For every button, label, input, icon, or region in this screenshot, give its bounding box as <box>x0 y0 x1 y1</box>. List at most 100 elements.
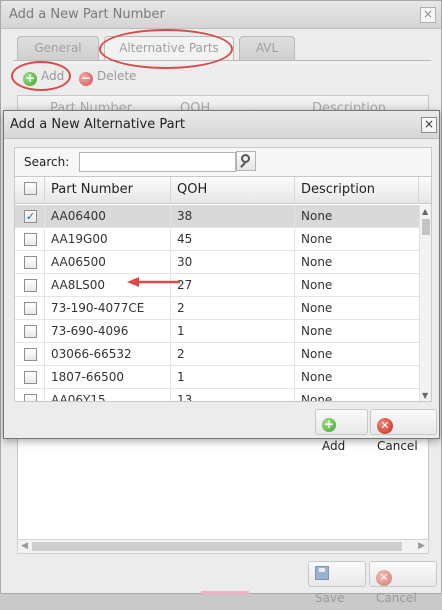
cell-qoh: 38 <box>171 205 295 227</box>
parts-grid: Part Number QOH Description ✓ AA06400 38 No… <box>14 176 432 402</box>
scroll-up-icon[interactable]: ▲ <box>422 207 428 216</box>
cell-qoh: 13 <box>171 389 295 401</box>
col-qoh[interactable]: QOH <box>171 177 295 204</box>
checkbox[interactable] <box>24 325 37 338</box>
cell-part-number: AA06Y15 <box>45 389 171 401</box>
outer-close-icon[interactable]: × <box>420 7 436 23</box>
row-checkbox-cell[interactable] <box>15 274 45 296</box>
row-checkbox-cell[interactable] <box>15 366 45 388</box>
table-row[interactable]: AA06Y15 13 None <box>15 389 419 401</box>
cell-part-number: 73-690-4096 <box>45 320 171 342</box>
modal-titlebar: Add a New Alternative Part × <box>4 111 439 139</box>
save-icon <box>315 566 329 580</box>
cell-qoh: 45 <box>171 228 295 250</box>
outer-delete-label: Delete <box>97 69 137 83</box>
cell-qoh: 2 <box>171 297 295 319</box>
row-checkbox-cell[interactable]: ✓ <box>15 205 45 227</box>
tab-panel-edge <box>13 60 431 64</box>
cell-description: None <box>301 347 333 361</box>
vertical-scrollbar[interactable]: ▲ ▼ <box>419 205 431 401</box>
scroll-left-icon[interactable]: ◀ <box>21 541 28 551</box>
cell-qoh: 30 <box>171 251 295 273</box>
scroll-thumb[interactable] <box>32 542 402 551</box>
modal-add-button[interactable]: + Add <box>315 409 368 453</box>
cell-description: None <box>301 393 333 401</box>
row-checkbox-cell[interactable] <box>15 343 45 365</box>
table-row[interactable]: 73-690-4096 1 None <box>15 320 419 343</box>
checkbox[interactable] <box>24 394 37 401</box>
outer-dialog-titlebar: Add a New Part Number × <box>1 1 441 29</box>
cell-description: None <box>301 301 333 315</box>
header-select-all[interactable] <box>15 177 45 204</box>
cell-qoh: 27 <box>171 274 295 296</box>
modal-footer: + Add ✕ Cancel <box>4 405 439 453</box>
table-row[interactable]: 03066-66532 2 None <box>15 343 419 366</box>
search-input[interactable] <box>79 152 236 172</box>
outer-footer: Save ✕ Cancel <box>1 555 441 605</box>
checkbox[interactable] <box>24 348 37 361</box>
row-checkbox-cell[interactable] <box>15 251 45 273</box>
col-description[interactable]: Description <box>295 177 419 204</box>
cell-qoh: 2 <box>171 343 295 365</box>
table-row[interactable]: ✓ AA06400 38 None <box>15 205 419 228</box>
outer-save-button[interactable]: Save <box>308 561 366 605</box>
cell-description: None <box>301 324 333 338</box>
annotation-ellipse-add <box>11 61 71 91</box>
modal-add-label: Add <box>322 439 346 453</box>
row-checkbox-cell[interactable] <box>15 297 45 319</box>
table-row[interactable]: 73-190-4077CE 2 None <box>15 297 419 320</box>
cell-description: None <box>301 209 333 223</box>
cancel-icon: ✕ <box>377 418 393 434</box>
vscroll-thumb[interactable] <box>422 219 430 235</box>
bottom-stripe <box>201 591 249 595</box>
delete-circle-icon: − <box>79 71 93 86</box>
checkbox[interactable] <box>24 371 37 384</box>
search-bar: Search: <box>14 147 432 176</box>
grid-rows: ✓ AA06400 38 None AA19G00 45 None AA06500 30 None… <box>15 205 419 401</box>
tab-avl[interactable]: AVL <box>239 36 295 60</box>
scroll-down-icon[interactable]: ▼ <box>422 391 428 400</box>
checkbox[interactable] <box>24 302 37 315</box>
cell-description: None <box>301 255 333 269</box>
col-part-number[interactable]: Part Number <box>45 177 171 204</box>
add-circle-icon: + <box>322 417 336 432</box>
search-button[interactable] <box>236 151 256 171</box>
cancel-icon: ✕ <box>376 570 392 586</box>
table-row[interactable]: AA8LS00 27 None <box>15 274 419 297</box>
search-icon <box>241 154 250 163</box>
table-row[interactable]: AA06500 30 None <box>15 251 419 274</box>
cell-qoh: 1 <box>171 320 295 342</box>
cell-part-number: 03066-66532 <box>45 343 171 365</box>
row-checkbox-cell[interactable] <box>15 389 45 401</box>
annotation-ellipse-tab <box>99 29 233 69</box>
add-alternative-part-dialog: Add a New Alternative Part × Search: Par… <box>3 110 440 453</box>
select-all-checkbox[interactable] <box>24 182 37 195</box>
cell-description: None <box>301 370 333 384</box>
table-row[interactable]: 1807-66500 1 None <box>15 366 419 389</box>
search-label: Search: <box>24 155 70 169</box>
outer-horizontal-scrollbar[interactable]: ◀ ▶ <box>17 539 429 554</box>
scroll-right-icon[interactable]: ▶ <box>418 541 425 551</box>
outer-cancel-label: Cancel <box>376 591 417 605</box>
outer-cancel-button[interactable]: ✕ Cancel <box>369 561 437 605</box>
table-row[interactable]: AA19G00 45 None <box>15 228 419 251</box>
outer-dialog-title: Add a New Part Number <box>9 7 165 22</box>
header-spacer <box>419 177 431 204</box>
checkbox[interactable] <box>24 233 37 246</box>
cell-part-number: 1807-66500 <box>45 366 171 388</box>
checkbox-checked[interactable]: ✓ <box>24 210 37 223</box>
modal-cancel-button[interactable]: ✕ Cancel <box>370 409 437 453</box>
checkbox[interactable] <box>24 279 37 292</box>
tab-general[interactable]: General <box>17 36 99 60</box>
modal-close-icon[interactable]: × <box>421 117 437 133</box>
checkbox[interactable] <box>24 256 37 269</box>
cell-qoh: 1 <box>171 366 295 388</box>
cell-part-number: 73-190-4077CE <box>45 297 171 319</box>
row-checkbox-cell[interactable] <box>15 320 45 342</box>
modal-cancel-label: Cancel <box>377 439 418 453</box>
outer-delete-button[interactable]: − Delete <box>79 67 136 87</box>
row-checkbox-cell[interactable] <box>15 228 45 250</box>
outer-save-label: Save <box>315 591 345 605</box>
cell-description: None <box>301 232 333 246</box>
cell-part-number: AA06400 <box>45 205 171 227</box>
